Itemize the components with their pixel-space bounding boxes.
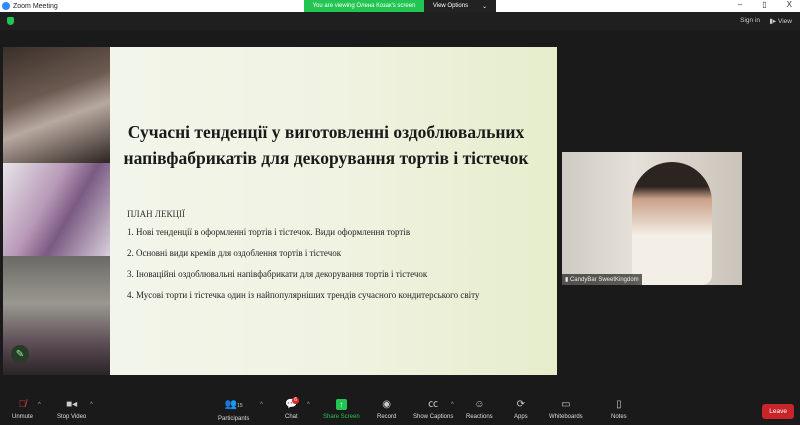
view-options-button[interactable]: View Options ⌄ xyxy=(424,0,496,12)
apps-label: Apps xyxy=(514,414,528,420)
shared-slide: ✎ Сучасні тенденції у виготовленні оздоб… xyxy=(3,47,557,375)
apps-icon: ⟳ xyxy=(516,399,526,410)
lecture-plan: ПЛАН ЛЕКЦІЇ 1. Нові тенденції в оформлен… xyxy=(127,209,537,311)
stop-video-label: Stop Video xyxy=(57,414,87,420)
meeting-top-bar: Sign in ▮▸ View xyxy=(0,12,800,30)
reactions-icon: ☺ xyxy=(474,399,485,410)
participants-caret-icon[interactable]: ^ xyxy=(260,402,263,408)
apps-button[interactable]: ⟳ Apps xyxy=(514,399,528,420)
plan-heading: ПЛАН ЛЕКЦІЇ xyxy=(127,209,185,219)
zoom-logo-icon xyxy=(2,2,10,10)
window-title: Zoom Meeting xyxy=(13,2,58,10)
cake-photo-2 xyxy=(3,163,110,256)
participant-name: ▮ CandyBar SweetKingdom xyxy=(562,274,642,285)
share-screen-label: Share Screen xyxy=(323,414,360,420)
participants-count: 15 xyxy=(237,403,243,409)
plan-item: 4. Мусові торти і тістечка один із найпо… xyxy=(127,290,480,300)
unmute-button[interactable]: 🎙̸ Unmute xyxy=(12,399,33,420)
whiteboard-icon: ▭ xyxy=(561,399,571,410)
sign-in-link[interactable]: Sign in xyxy=(740,17,760,24)
chat-label: Chat xyxy=(285,414,298,420)
chat-badge: 6 xyxy=(292,397,300,404)
view-label: View xyxy=(778,18,792,25)
chevron-down-icon: ⌄ xyxy=(482,3,488,10)
participants-label: Participants xyxy=(218,416,250,422)
chat-button[interactable]: 💬 6 Chat xyxy=(285,397,300,420)
view-button[interactable]: ▮▸ View xyxy=(769,17,792,25)
video-options-caret-icon[interactable]: ^ xyxy=(90,402,93,408)
notes-button[interactable]: ▯ Notes xyxy=(611,399,627,420)
leave-button[interactable]: Leave xyxy=(762,404,794,419)
participants-icon: 👥15 xyxy=(224,399,243,410)
share-screen-button[interactable]: ↑ Share Screen xyxy=(323,399,360,420)
meeting-toolbar: 🎙̸ Unmute ^ ■◂ Stop Video ^ 👥15 Participant… xyxy=(0,395,800,425)
captions-caret-icon[interactable]: ^ xyxy=(451,402,454,408)
screen-share-banner: You are viewing Олена Козак's screen Vie… xyxy=(304,0,496,12)
record-icon: ◉ xyxy=(382,399,392,410)
audio-options-caret-icon[interactable]: ^ xyxy=(38,402,41,408)
participant-name-text: CandyBar SweetKingdom xyxy=(569,277,639,283)
annotate-pen-icon[interactable]: ✎ xyxy=(11,345,29,363)
record-label: Record xyxy=(377,414,397,420)
security-shield-icon[interactable] xyxy=(7,17,14,25)
whiteboards-button[interactable]: ▭ Whiteboards xyxy=(549,399,583,420)
restore-button[interactable]: ▯ xyxy=(762,0,766,9)
reactions-label: Reactions xyxy=(466,414,493,420)
chat-caret-icon[interactable]: ^ xyxy=(307,402,310,408)
close-button[interactable]: X xyxy=(787,0,792,9)
notes-icon: ▯ xyxy=(616,399,622,410)
cake-photos xyxy=(3,47,110,375)
view-options-label: View Options xyxy=(432,3,469,9)
plan-item: 3. Іноваційні оздоблювальні напівфабрика… xyxy=(127,269,428,279)
captions-label: Show Captions xyxy=(413,414,454,420)
record-button[interactable]: ◉ Record xyxy=(377,399,396,420)
unmute-label: Unmute xyxy=(12,414,34,420)
video-camera-icon: ■◂ xyxy=(66,399,78,410)
notes-label: Notes xyxy=(611,414,627,420)
muted-mic-icon: 🎙̸ xyxy=(18,399,27,410)
stop-video-button[interactable]: ■◂ Stop Video xyxy=(57,399,86,420)
participant-image xyxy=(632,162,712,285)
share-arrow-icon: ↑ xyxy=(335,399,347,410)
participant-video[interactable]: ▮ CandyBar SweetKingdom xyxy=(562,152,742,285)
reactions-button[interactable]: ☺ Reactions xyxy=(466,399,493,420)
viewing-label: You are viewing Олена Козак's screen xyxy=(304,0,424,12)
show-captions-button[interactable]: ㏄ Show Captions xyxy=(413,399,453,420)
captions-icon: ㏄ xyxy=(428,399,439,410)
slide-title: Сучасні тенденції у виготовленні оздоблю… xyxy=(123,122,529,168)
whiteboards-label: Whiteboards xyxy=(549,414,583,420)
participants-button[interactable]: 👥15 Participants xyxy=(218,399,249,422)
plan-item: 2. Основні види кремів для оздоблення то… xyxy=(127,248,342,258)
plan-item: 1. Нові тенденції в оформленні тортів і … xyxy=(127,227,411,237)
cake-photo-1 xyxy=(3,47,110,163)
minimize-button[interactable]: – xyxy=(738,0,742,9)
